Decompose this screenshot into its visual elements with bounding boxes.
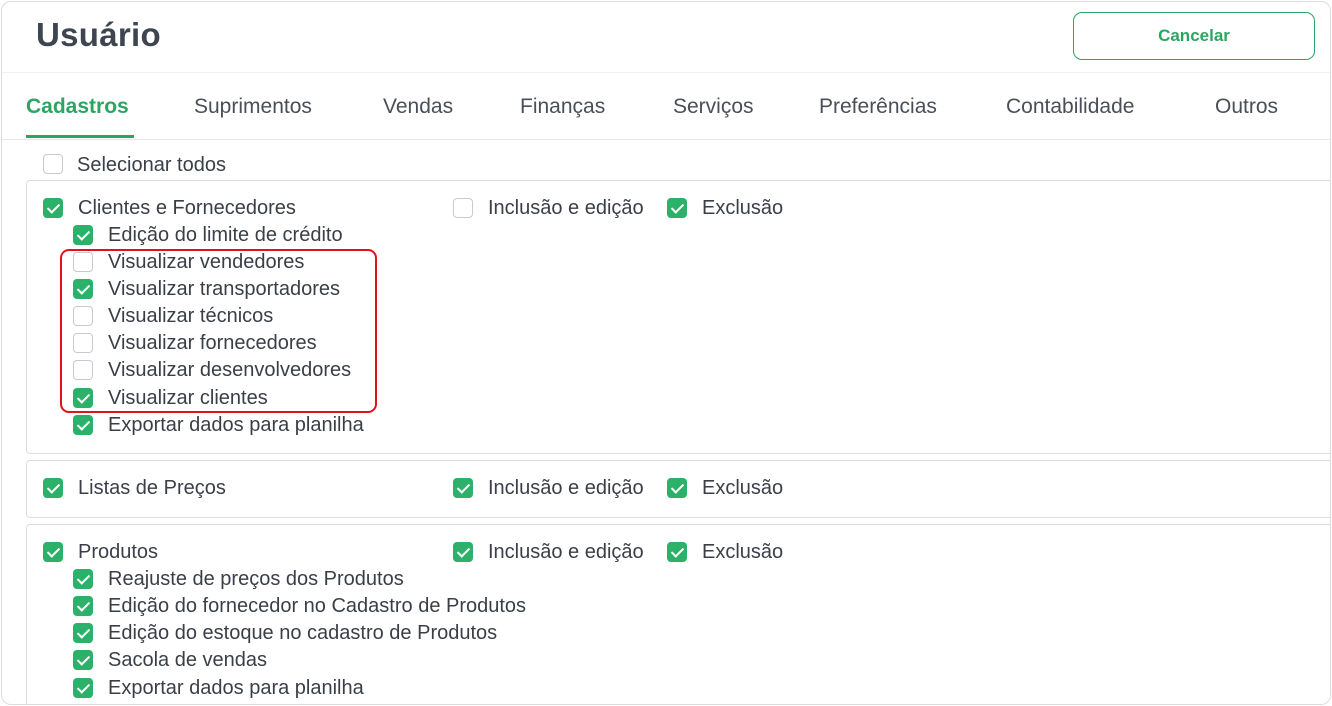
produtos-inclusao-label: Inclusão e edição [488, 541, 644, 563]
tab-cadastros[interactable]: Cadastros [26, 95, 129, 119]
produtos-item-label: Edição do estoque no cadastro de Produto… [108, 622, 498, 644]
listas-exclusao-checkbox[interactable] [667, 478, 687, 498]
clientes-item-checkbox[interactable] [73, 225, 93, 245]
produtos-item-checkbox[interactable] [73, 596, 93, 616]
produtos-item-checkbox[interactable] [73, 650, 93, 670]
select-all-label: Selecionar todos [77, 154, 226, 176]
highlight-box [60, 249, 377, 413]
clientes-checkbox[interactable] [43, 198, 63, 218]
clientes-inclusao-label: Inclusão e edição [488, 197, 644, 219]
tab-contabilidade[interactable]: Contabilidade [1006, 95, 1134, 119]
tab-outros[interactable]: Outros [1215, 95, 1278, 119]
produtos-item-label: Exportar dados para planilha [108, 677, 364, 699]
clientes-item-label: Edição do limite de crédito [108, 224, 343, 246]
listas-label: Listas de Preços [78, 477, 226, 499]
user-permissions-window: Usuário Cancelar Cadastros Suprimentos V… [1, 1, 1331, 705]
produtos-exclusao-checkbox[interactable] [667, 542, 687, 562]
produtos-item-label: Sacola de vendas [108, 649, 268, 671]
tab-financas[interactable]: Finanças [520, 95, 605, 119]
clientes-exclusao-label: Exclusão [702, 197, 784, 219]
clientes-exclusao-checkbox[interactable] [667, 198, 687, 218]
produtos-label: Produtos [78, 541, 159, 563]
clientes-item-checkbox[interactable] [73, 415, 93, 435]
select-all-checkbox[interactable] [43, 154, 63, 174]
tab-servicos[interactable]: Serviços [673, 95, 754, 119]
tab-preferencias[interactable]: Preferências [819, 95, 937, 119]
produtos-item-label: Edição do fornecedor no Cadastro de Prod… [108, 595, 527, 617]
produtos-item-checkbox[interactable] [73, 678, 93, 698]
cancel-button[interactable]: Cancelar [1073, 12, 1315, 60]
tab-suprimentos[interactable]: Suprimentos [194, 95, 312, 119]
active-tab-indicator [26, 135, 134, 138]
listas-exclusao-label: Exclusão [702, 477, 784, 499]
tab-bar: Cadastros Suprimentos Vendas Finanças Se… [2, 72, 1330, 140]
produtos-item-checkbox[interactable] [73, 569, 93, 589]
clientes-label: Clientes e Fornecedores [78, 197, 296, 219]
listas-checkbox[interactable] [43, 478, 63, 498]
produtos-inclusao-checkbox[interactable] [453, 542, 473, 562]
clientes-item-label: Exportar dados para planilha [108, 414, 364, 436]
produtos-exclusao-label: Exclusão [702, 541, 784, 563]
header: Usuário Cancelar [2, 2, 1330, 72]
clientes-inclusao-checkbox[interactable] [453, 198, 473, 218]
listas-inclusao-checkbox[interactable] [453, 478, 473, 498]
page-title: Usuário [36, 16, 161, 53]
produtos-item-label: Reajuste de preços dos Produtos [108, 568, 404, 590]
produtos-item-checkbox[interactable] [73, 623, 93, 643]
tab-vendas[interactable]: Vendas [383, 95, 453, 119]
listas-inclusao-label: Inclusão e edição [488, 477, 644, 499]
produtos-checkbox[interactable] [43, 542, 63, 562]
